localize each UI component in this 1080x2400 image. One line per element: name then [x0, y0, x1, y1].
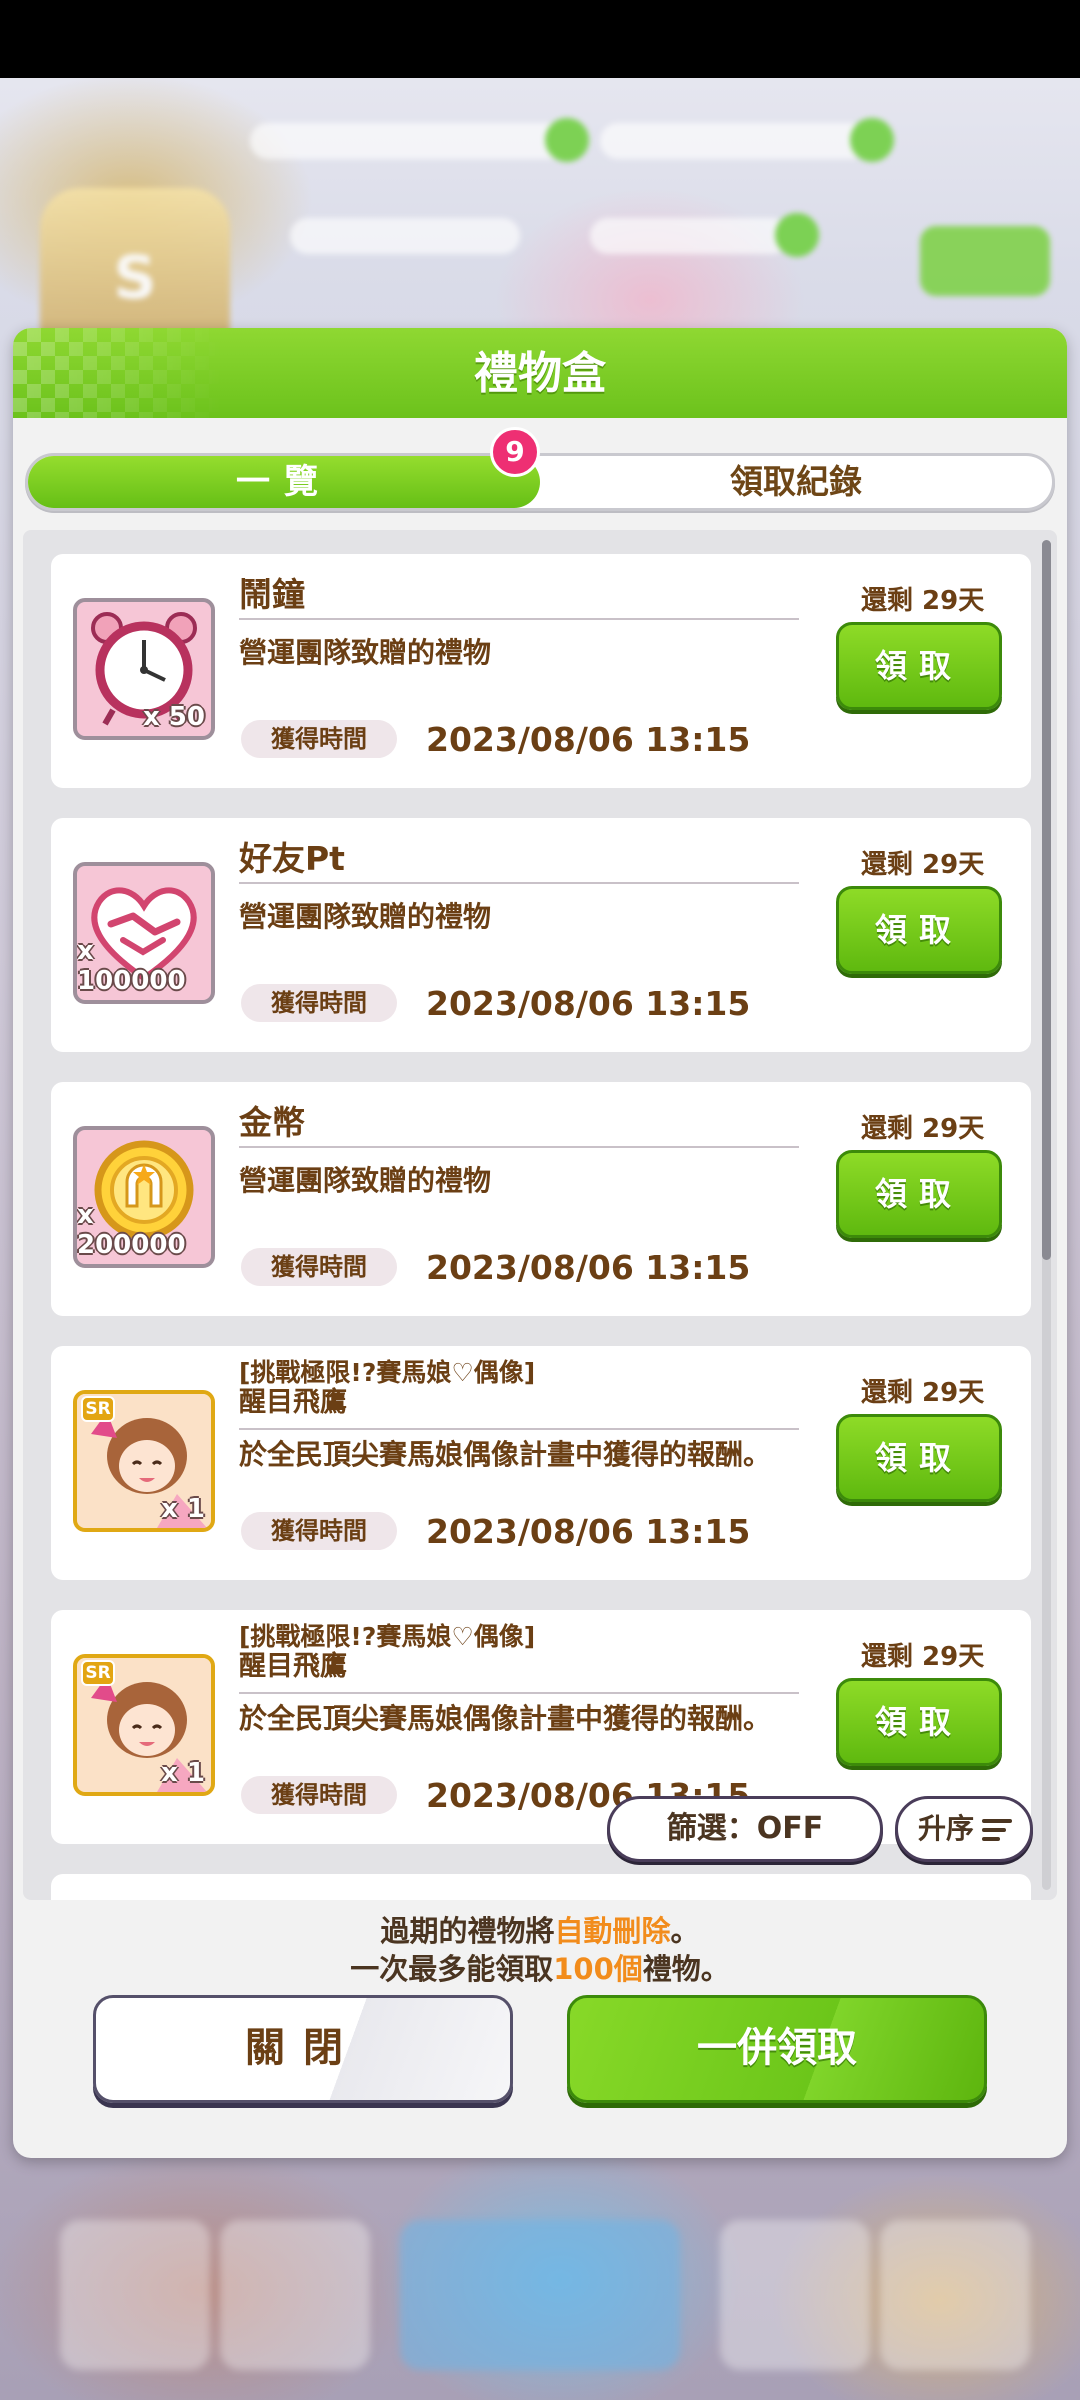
unclaimed-count-badge: 9	[490, 427, 540, 477]
time-label: 獲得時間	[241, 1248, 397, 1286]
time-value: 2023/08/06 13:15	[426, 1248, 751, 1287]
bg-stat-bar	[250, 123, 570, 159]
item-quantity: x 1	[161, 1494, 205, 1524]
remaining-days: 還剩 29天	[861, 1378, 985, 1408]
item-divider	[239, 618, 799, 620]
item-divider	[239, 1428, 799, 1430]
time-label: 獲得時間	[241, 720, 397, 758]
alarm-clock-icon: x 50	[73, 598, 215, 740]
time-value: 2023/08/06 13:15	[426, 1512, 751, 1551]
notice-highlight: 100個	[553, 1952, 643, 1986]
sort-button[interactable]: 升序	[895, 1796, 1033, 1862]
notice-highlight: 自動刪除	[554, 1914, 671, 1948]
item-divider	[239, 1146, 799, 1148]
filter-button[interactable]: 篩選：OFF	[607, 1796, 883, 1862]
item-quantity: x 1	[161, 1758, 205, 1788]
bg-nav-tile	[220, 2220, 370, 2370]
item-name: 鬧鐘	[239, 575, 305, 614]
notice-expiry: 過期的禮物將自動刪除。	[13, 1908, 1067, 1950]
item-name: 醒目飛鷹	[239, 1387, 347, 1418]
item-description: 於全民頂尖賽馬娘偶像計畫中獲得的報酬。	[239, 1702, 772, 1735]
bg-nav-tile	[720, 2220, 870, 2370]
item-description: 營運團隊致贈的禮物	[239, 900, 492, 933]
modal-header: 禮物盒	[13, 328, 1067, 418]
time-value: 2023/08/06 13:15	[426, 984, 751, 1023]
rarity-badge: SR	[81, 1660, 115, 1686]
bg-nav-tile	[60, 2220, 210, 2370]
gold-coin-icon: x 200000	[73, 1126, 215, 1268]
notice-text: 禮物。	[642, 1952, 730, 1986]
gift-item: x 50 鬧鐘 營運團隊致贈的禮物 獲得時間 2023/08/06 13:15 …	[51, 554, 1031, 788]
gift-list[interactable]: x 50 鬧鐘 營運團隊致贈的禮物 獲得時間 2023/08/06 13:15 …	[23, 530, 1057, 1900]
item-quantity: x 200000	[77, 1200, 186, 1260]
remaining-days: 還剩 29天	[861, 850, 985, 880]
item-subtitle: [挑戰極限!?賽馬娘♡偶像]	[239, 1622, 536, 1651]
blurred-game-header: S	[0, 78, 1080, 368]
remaining-days: 還剩 29天	[861, 1642, 985, 1672]
item-name: 好友Pt	[239, 839, 345, 878]
item-divider	[239, 1692, 799, 1694]
item-description: 營運團隊致贈的禮物	[239, 636, 492, 669]
notice-limit: 一次最多能領取100個禮物。	[13, 1946, 1067, 1988]
gift-item: x 100000 好友Pt 營運團隊致贈的禮物 獲得時間 2023/08/06 …	[51, 818, 1031, 1052]
item-description: 於全民頂尖賽馬娘偶像計畫中獲得的報酬。	[239, 1438, 772, 1471]
gift-item: x 200000 金幣 營運團隊致贈的禮物 獲得時間 2023/08/06 13…	[51, 1082, 1031, 1316]
time-value: 2023/08/06 13:15	[426, 720, 751, 759]
modal-title: 禮物盒	[474, 348, 606, 399]
time-label: 獲得時間	[241, 1512, 397, 1550]
notice-text: 一次最多能領取	[350, 1952, 554, 1986]
bg-nav-tile	[880, 2220, 1030, 2370]
gift-item: SR x 1 [挑戰極限!?賽馬娘♡偶像] 醒目飛鷹 於全民頂尖賽馬娘偶像計畫中…	[51, 1346, 1031, 1580]
sr-support-card-icon: SR x 1	[73, 1390, 215, 1532]
bg-nav-tile	[400, 2220, 680, 2370]
bg-plus-icon	[850, 118, 894, 162]
time-label: 獲得時間	[241, 984, 397, 1022]
sort-label: 升序	[918, 1812, 975, 1845]
item-quantity: x 50	[142, 702, 205, 732]
remaining-days: 還剩 29天	[861, 1114, 985, 1144]
tab-history[interactable]: 領取紀錄	[540, 456, 1052, 508]
sr-support-card-icon: SR x 1	[73, 1654, 215, 1796]
remaining-days: 還剩 29天	[861, 586, 985, 616]
item-quantity: x 100000	[77, 936, 186, 996]
gift-item	[51, 1874, 1031, 1900]
close-button[interactable]: 關閉	[93, 1995, 513, 2103]
claim-button[interactable]: 領取	[836, 622, 1002, 710]
item-name: 醒目飛鷹	[239, 1651, 347, 1682]
item-description: 營運團隊致贈的禮物	[239, 1164, 492, 1197]
bg-plus-icon	[775, 213, 819, 257]
claim-button[interactable]: 領取	[836, 1414, 1002, 1502]
scrollbar-thumb[interactable]	[1042, 540, 1051, 1260]
blurred-bottom-nav	[0, 2160, 1080, 2400]
claim-button[interactable]: 領取	[836, 1678, 1002, 1766]
rarity-badge: SR	[81, 1396, 115, 1422]
gift-item: SR x 1 [挑戰極限!?賽馬娘♡偶像] 醒目飛鷹 於全民頂尖賽馬娘偶像計畫中…	[51, 1610, 1031, 1844]
item-divider	[239, 882, 799, 884]
bg-stat-bar	[290, 218, 520, 254]
tab-bar: 一覽 領取紀錄	[25, 453, 1055, 511]
bg-stat-bar	[600, 123, 870, 159]
bg-menu-button	[920, 226, 1050, 296]
bg-plus-icon	[545, 118, 589, 162]
claim-button[interactable]: 領取	[836, 1150, 1002, 1238]
tab-list[interactable]: 一覽	[28, 456, 540, 508]
handshake-heart-icon: x 100000	[73, 862, 215, 1004]
item-subtitle: [挑戰極限!?賽馬娘♡偶像]	[239, 1358, 536, 1387]
claim-all-button[interactable]: 一併領取	[567, 1995, 987, 2103]
claim-button[interactable]: 領取	[836, 886, 1002, 974]
bg-stat-bar	[590, 218, 790, 254]
gift-box-modal: 禮物盒 9 一覽 領取紀錄 x 50 鬧鐘 營運團隊致贈的禮物 獲得時間 202…	[13, 328, 1067, 2158]
item-name: 金幣	[239, 1103, 305, 1142]
notice-text: 。	[670, 1914, 700, 1948]
notice-text: 過期的禮物將	[380, 1914, 555, 1948]
sort-lines-icon	[982, 1819, 1012, 1841]
status-bar	[0, 0, 1080, 78]
time-label: 獲得時間	[241, 1776, 397, 1814]
